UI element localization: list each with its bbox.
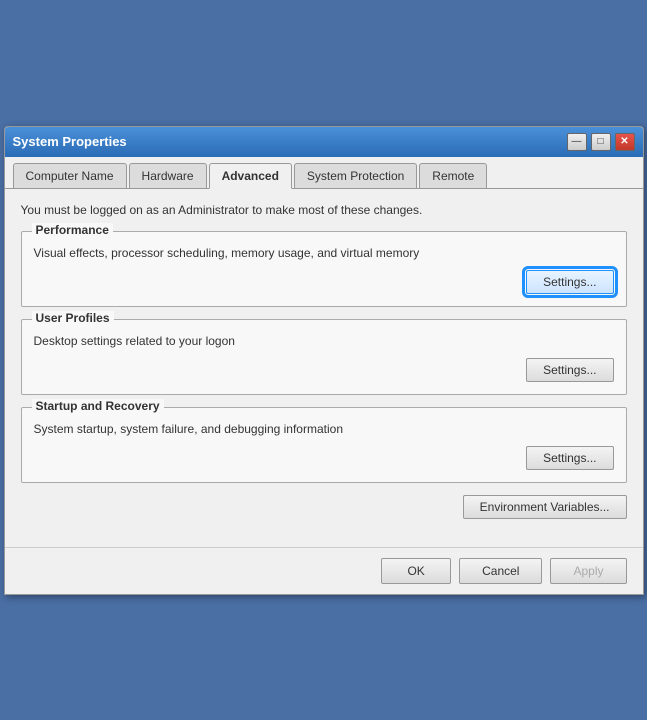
tab-remote[interactable]: Remote [419,163,487,188]
performance-group: Performance Visual effects, processor sc… [21,231,627,307]
environment-variables-button[interactable]: Environment Variables... [463,495,627,519]
startup-recovery-group: Startup and Recovery System startup, sys… [21,407,627,483]
performance-description: Visual effects, processor scheduling, me… [34,246,614,260]
startup-recovery-settings-button[interactable]: Settings... [526,446,613,470]
ok-button[interactable]: OK [381,558,451,584]
user-profiles-group-label: User Profiles [32,311,114,325]
performance-settings-button[interactable]: Settings... [526,270,613,294]
user-profiles-description: Desktop settings related to your logon [34,334,614,348]
apply-button[interactable]: Apply [550,558,626,584]
cancel-button[interactable]: Cancel [459,558,542,584]
warning-text: You must be logged on as an Administrato… [21,203,627,217]
user-profiles-settings-button[interactable]: Settings... [526,358,613,382]
startup-recovery-group-label: Startup and Recovery [32,399,164,413]
tab-computer-name[interactable]: Computer Name [13,163,127,188]
title-bar-controls: — □ ✕ [567,133,635,151]
user-profiles-button-row: Settings... [34,358,614,382]
footer: OK Cancel Apply [5,547,643,594]
startup-recovery-description: System startup, system failure, and debu… [34,422,614,436]
content-area: You must be logged on as an Administrato… [5,189,643,547]
title-bar: System Properties — □ ✕ [5,127,643,157]
env-variables-row: Environment Variables... [21,495,627,519]
maximize-button[interactable]: □ [591,133,611,151]
startup-recovery-button-row: Settings... [34,446,614,470]
user-profiles-group: User Profiles Desktop settings related t… [21,319,627,395]
close-button[interactable]: ✕ [615,133,635,151]
tab-system-protection[interactable]: System Protection [294,163,417,188]
minimize-button[interactable]: — [567,133,587,151]
tabs-container: Computer Name Hardware Advanced System P… [5,157,643,189]
window-title: System Properties [13,134,127,149]
tab-advanced[interactable]: Advanced [209,163,292,189]
system-properties-window: System Properties — □ ✕ Computer Name Ha… [4,126,644,595]
performance-group-label: Performance [32,223,113,237]
performance-button-row: Settings... [34,270,614,294]
tab-hardware[interactable]: Hardware [129,163,207,188]
